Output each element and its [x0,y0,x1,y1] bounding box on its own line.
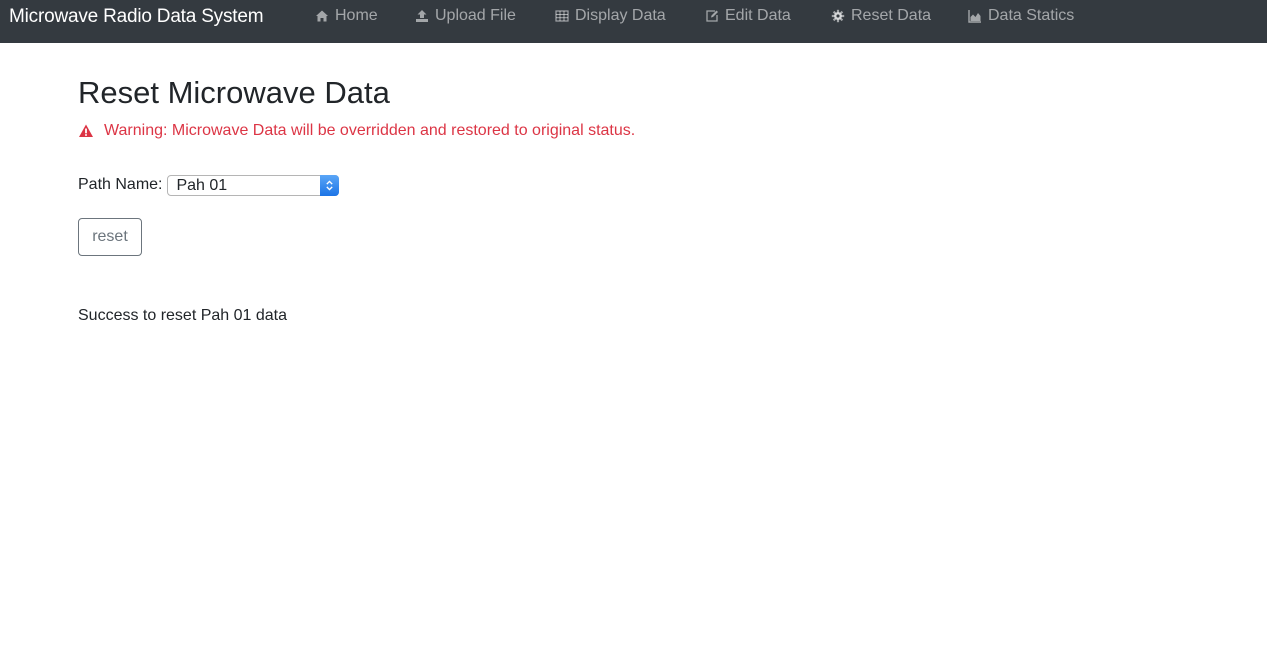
nav-item-home[interactable]: Home [315,6,378,26]
page-title: Reset Microwave Data [78,75,390,110]
nav-item-label: Home [335,7,378,24]
area-chart-icon [968,9,982,23]
warning-message: Warning: Microwave Data will be overridd… [78,121,635,141]
warning-text: Warning: Microwave Data will be overridd… [104,122,636,139]
warning-triangle-icon [78,123,94,139]
path-name-label: Path Name: [78,176,163,193]
nav-item-data-statics[interactable]: Data Statics [968,6,1074,26]
path-name-row: Path Name: Pah 01 [78,173,340,197]
nav-item-edit-data[interactable]: Edit Data [705,6,791,26]
nav-item-display-data[interactable]: Display Data [555,6,666,26]
home-icon [315,9,329,23]
nav-item-label: Data Statics [988,7,1075,24]
nav-item-upload-file[interactable]: Upload File [415,6,516,26]
nav-item-label: Display Data [575,7,666,24]
nav-item-label: Upload File [435,7,516,24]
chevron-up-down-icon [320,174,340,196]
table-icon [555,9,569,23]
edit-icon [705,9,719,23]
status-message: Success to reset Pah 01 data [78,307,288,324]
path-name-selected-value: Pah 01 [176,176,228,194]
gear-icon [831,9,845,23]
nav-item-reset-data[interactable]: Reset Data [831,6,931,26]
path-name-select[interactable]: Pah 01 [167,174,340,196]
nav-item-label: Reset Data [851,7,932,24]
reset-button[interactable]: reset [78,218,142,256]
brand-title[interactable]: Microwave Radio Data System [9,6,264,28]
top-navbar: Microwave Radio Data System Home Upload … [0,0,1267,43]
nav-item-label: Edit Data [725,7,791,24]
upload-icon [415,9,429,23]
